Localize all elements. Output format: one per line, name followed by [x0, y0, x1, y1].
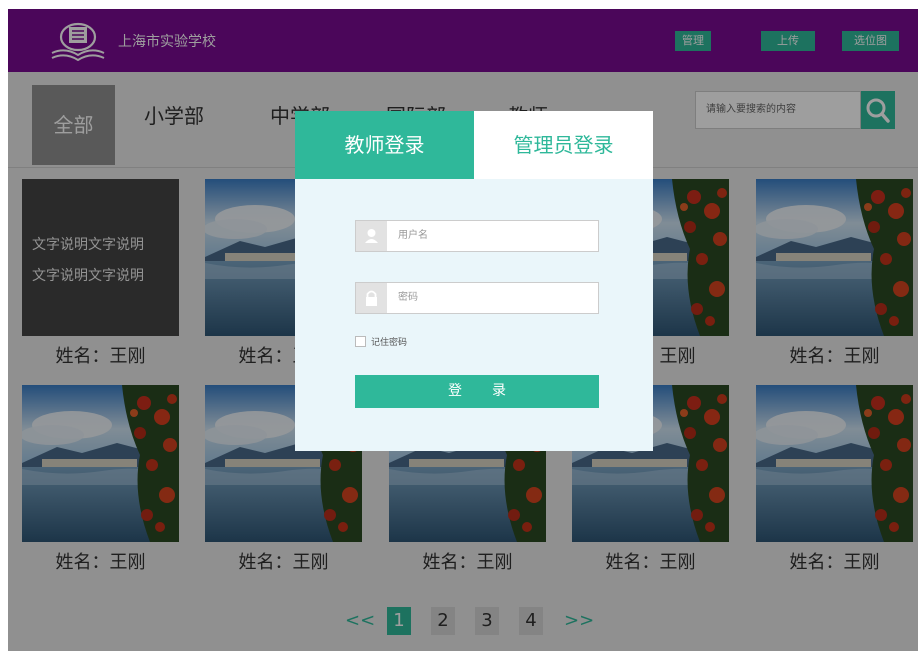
tab-teacher-login[interactable]: 教师登录 [295, 111, 474, 179]
checkbox-box[interactable] [355, 336, 366, 347]
login-modal: 教师登录 管理员登录 用户名 密码 记住密码 登录 [295, 111, 653, 451]
login-button[interactable]: 登录 [355, 375, 599, 408]
tab-admin-login[interactable]: 管理员登录 [474, 111, 653, 179]
remember-password-label: 记住密码 [371, 338, 408, 348]
password-field[interactable]: 密码 [355, 282, 599, 314]
user-icon [356, 221, 387, 251]
username-placeholder: 用户名 [398, 230, 428, 241]
lock-icon [356, 283, 387, 313]
password-placeholder: 密码 [398, 292, 418, 303]
username-field[interactable]: 用户名 [355, 220, 599, 252]
